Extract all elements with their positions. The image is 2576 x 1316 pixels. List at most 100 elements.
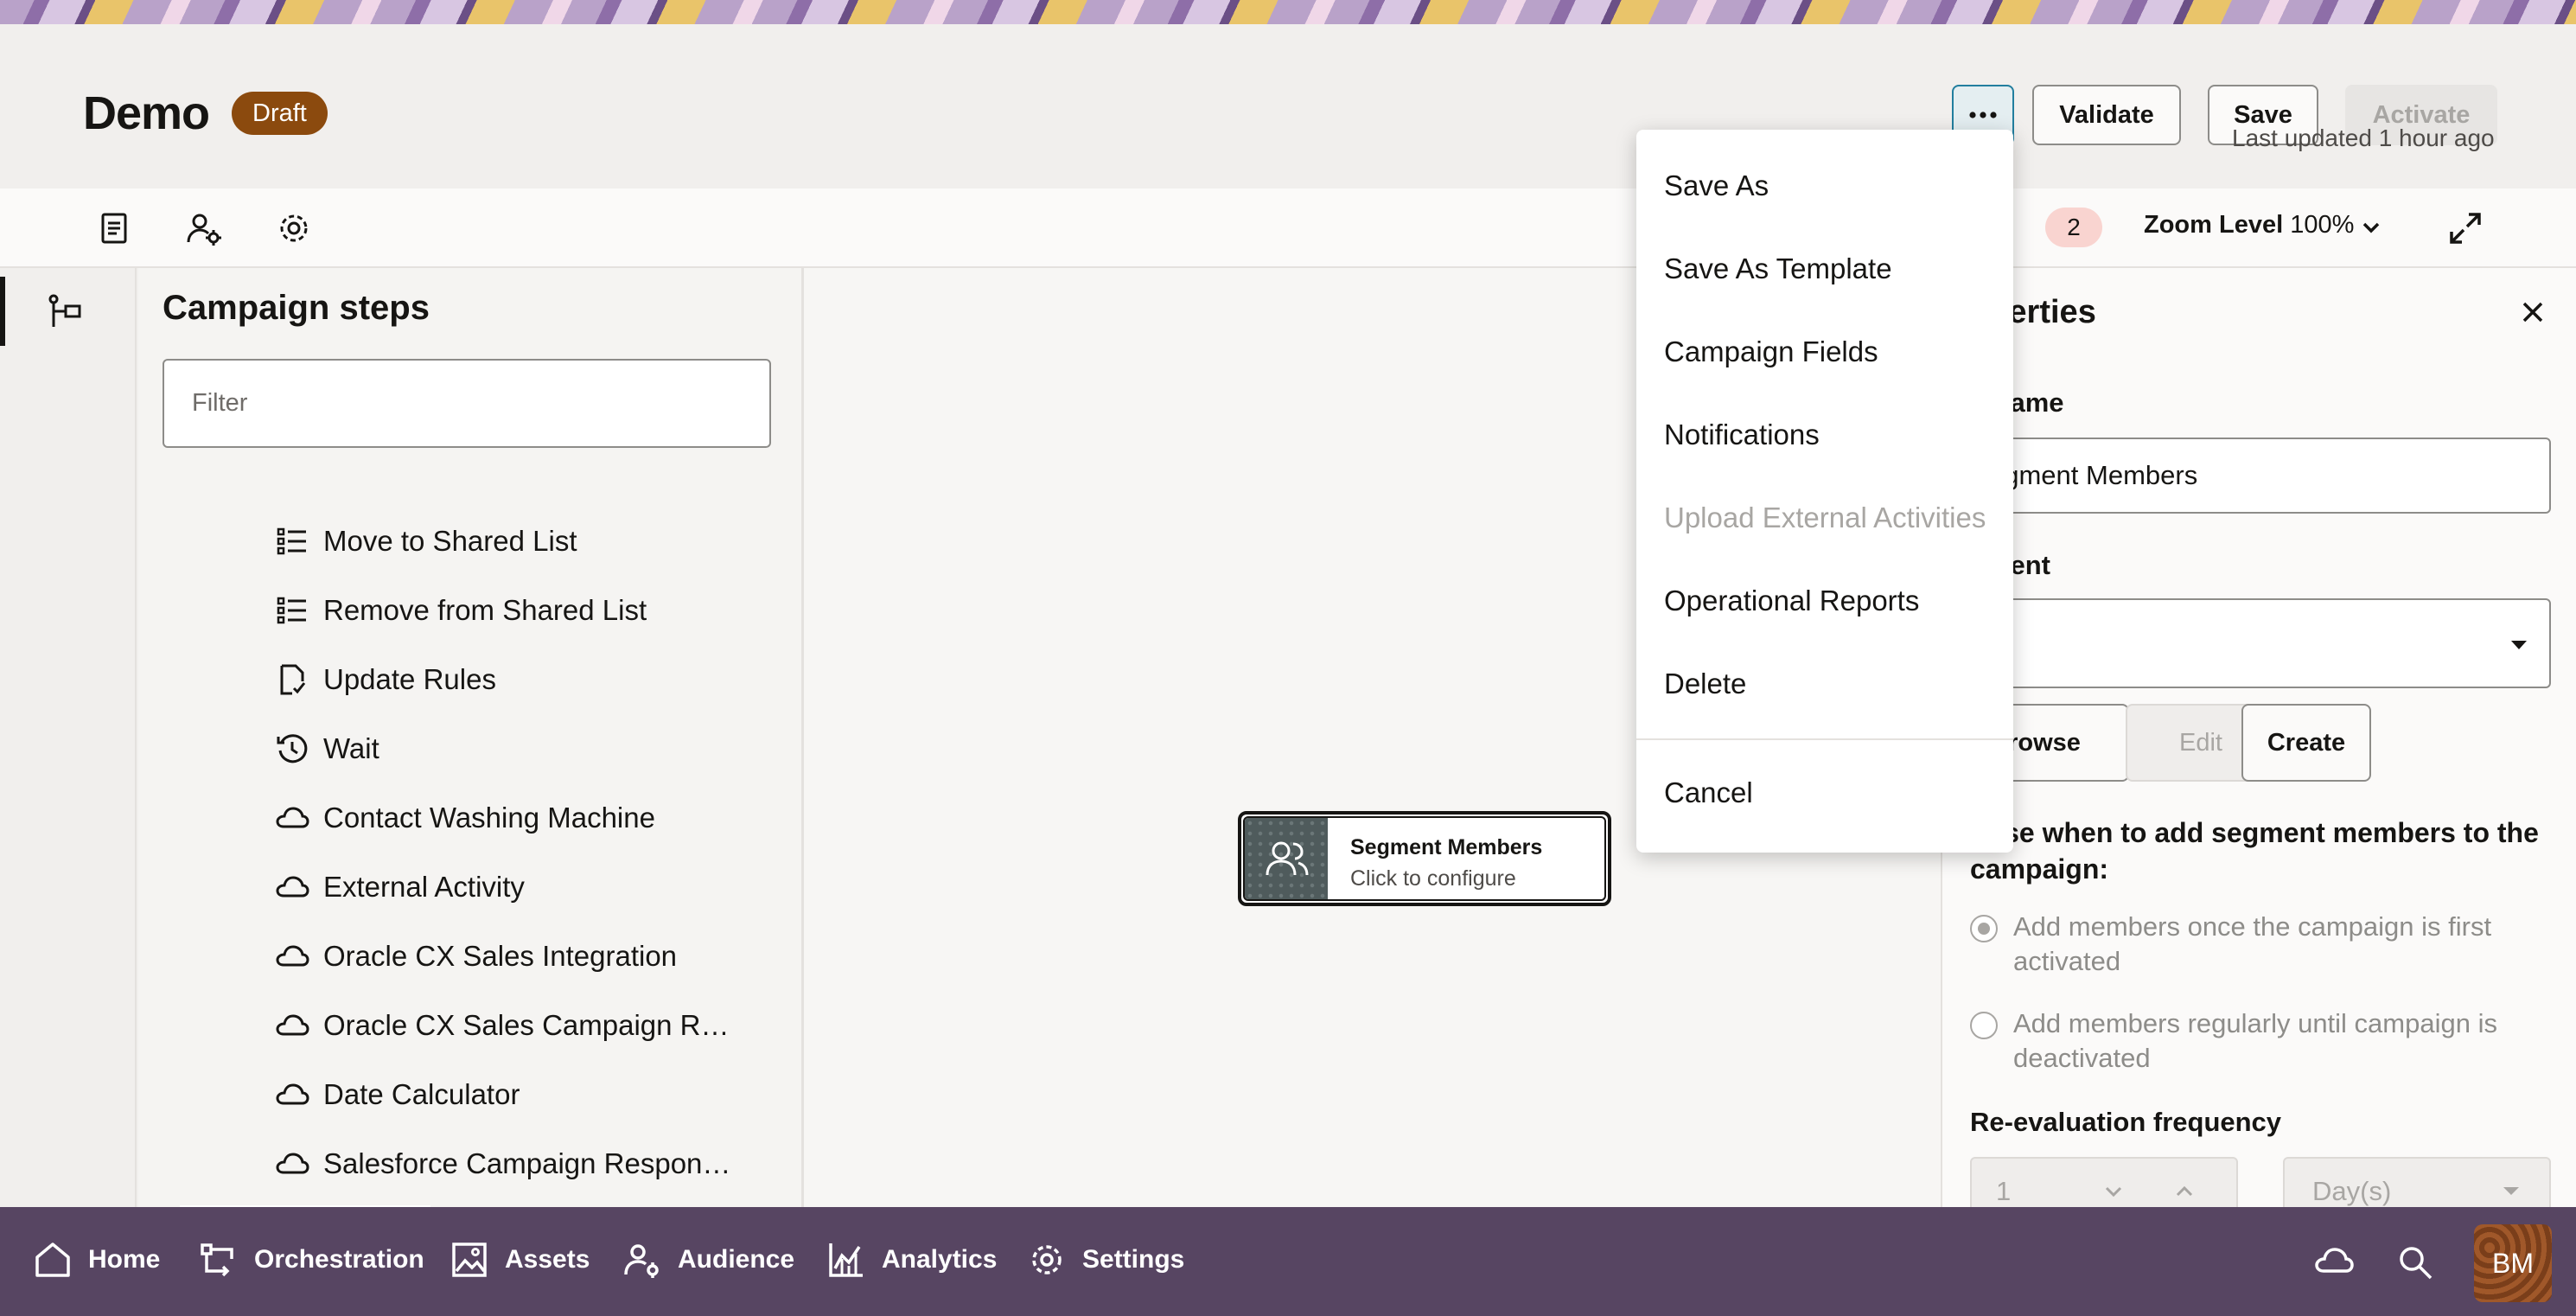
cloud-icon[interactable]: [2313, 1243, 2355, 1278]
avatar[interactable]: BM: [2474, 1224, 2552, 1302]
node-icon-tile: [1245, 818, 1328, 899]
expand-icon[interactable]: [2448, 211, 2483, 246]
frequency-stepper[interactable]: 1: [1970, 1157, 2238, 1207]
radio-label-regularly: Add members regularly until campaign is …: [2013, 1008, 2497, 1073]
chart-icon: [826, 1240, 866, 1280]
step-item-label: Salesforce Campaign Respon…: [323, 1147, 731, 1179]
gear-icon[interactable]: [275, 209, 313, 247]
nav-item-label: Settings: [1082, 1245, 1185, 1274]
radio-regularly[interactable]: [1970, 1012, 1998, 1039]
cloud-icon: [275, 1008, 309, 1043]
node-body: Segment Members Click to configure: [1243, 816, 1606, 901]
zoom-value: 100%: [2290, 211, 2355, 239]
orchestration-icon: [199, 1240, 239, 1280]
document-icon[interactable]: [95, 209, 133, 247]
bottom-navigation: Home Orchestration Assets Audience Analytics…: [0, 1207, 2576, 1316]
panel-title: Campaign steps: [163, 289, 430, 327]
node-subtitle: Click to configure: [1350, 866, 1516, 891]
create-button[interactable]: Create: [2241, 704, 2371, 782]
campaign-steps-panel: Campaign steps Move to Shared List Remove…: [138, 268, 804, 1249]
nav-item-settings[interactable]: Settings: [1027, 1240, 1184, 1280]
list-icon: [275, 593, 309, 628]
menu-item[interactable]: Campaign Fields: [1664, 335, 1878, 368]
menu-item-cancel[interactable]: Cancel: [1664, 776, 1753, 809]
step-item[interactable]: Oracle CX Sales Campaign R…: [275, 1000, 730, 1051]
nav-item-label: Analytics: [882, 1245, 998, 1274]
history-icon: [275, 731, 309, 766]
step-item[interactable]: Remove from Shared List: [275, 585, 647, 636]
unit-value: Day(s): [2312, 1176, 2392, 1206]
audience-icon: [1266, 841, 1309, 876]
nav-item-label: Home: [88, 1245, 161, 1274]
home-icon: [33, 1240, 73, 1280]
status-badge: Draft: [232, 92, 328, 135]
radio-first-activated[interactable]: [1970, 915, 1998, 942]
nav-item-audience[interactable]: Audience: [622, 1240, 794, 1280]
step-item-label: Contact Washing Machine: [323, 802, 655, 834]
node-title: Segment Members: [1350, 835, 1543, 859]
step-name-input[interactable]: egment Members: [1963, 438, 2551, 514]
more-actions-menu: Save As Save As Template Campaign Fields No…: [1636, 130, 2013, 853]
step-item[interactable]: Contact Washing Machine: [275, 792, 655, 844]
step-item-label: Oracle CX Sales Integration: [323, 940, 678, 972]
nav-item-label: Assets: [505, 1245, 590, 1274]
segment-select[interactable]: [1963, 598, 2551, 688]
nav-item-analytics[interactable]: Analytics: [826, 1240, 997, 1280]
rail-selection-indicator: [0, 277, 5, 346]
properties-panel: operties p name egment Members gment row…: [1941, 268, 2576, 1207]
menu-item[interactable]: Notifications: [1664, 418, 1820, 451]
audience-settings-icon[interactable]: [185, 209, 223, 247]
canvas-toolbar: 2 Zoom Level 100%: [0, 188, 2576, 268]
zoom-level-select[interactable]: Zoom Level 100%: [2144, 211, 2354, 240]
step-item[interactable]: Update Rules: [275, 654, 496, 706]
image-icon: [450, 1240, 489, 1280]
zoom-label: Zoom Level: [2144, 211, 2284, 239]
step-item-label: Update Rules: [323, 663, 496, 695]
menu-divider: [1636, 738, 2013, 740]
caret-down-icon: [2508, 636, 2530, 654]
menu-item[interactable]: Operational Reports: [1664, 585, 1919, 617]
cloud-icon: [275, 1077, 309, 1112]
search-icon[interactable]: [2396, 1243, 2434, 1281]
caret-down-icon: [2503, 1187, 2519, 1195]
step-item[interactable]: Date Calculator: [275, 1069, 520, 1121]
left-rail: [0, 268, 137, 1207]
audience-icon: [622, 1240, 662, 1280]
page-title: Demo: [83, 87, 210, 139]
step-item[interactable]: External Activity: [275, 861, 525, 913]
radio-label-first-activated: Add members once the campaign is first a…: [2013, 911, 2492, 976]
cloud-icon: [275, 870, 309, 904]
menu-item[interactable]: Delete: [1664, 668, 1746, 700]
step-item[interactable]: Salesforce Campaign Respon…: [275, 1138, 730, 1190]
add-members-question: oose when to add segment members to the …: [1970, 817, 2539, 885]
segment-members-node[interactable]: Segment Members Click to configure: [1238, 811, 1611, 906]
nav-item-orchestration[interactable]: Orchestration: [199, 1240, 424, 1280]
chevron-up-icon[interactable]: [2172, 1179, 2197, 1204]
menu-item[interactable]: Upload External Activities: [1664, 501, 1986, 534]
step-item-label: External Activity: [323, 871, 525, 903]
reevaluation-label: Re-evaluation frequency: [1970, 1107, 2282, 1137]
cloud-icon: [275, 801, 309, 835]
step-item-label: Wait: [323, 732, 379, 764]
nav-item-assets[interactable]: Assets: [450, 1240, 590, 1280]
step-item[interactable]: Move to Shared List: [275, 515, 577, 567]
filter-input[interactable]: [163, 359, 771, 448]
close-icon[interactable]: [2518, 297, 2547, 327]
nav-item-label: Audience: [678, 1245, 795, 1274]
document-check-icon: [275, 662, 309, 697]
frequency-unit-select[interactable]: Day(s): [2283, 1157, 2551, 1207]
step-item[interactable]: Wait: [275, 723, 379, 775]
chevron-down-icon[interactable]: [2358, 214, 2384, 240]
chevron-down-icon[interactable]: [2101, 1179, 2126, 1204]
menu-item[interactable]: Save As: [1664, 169, 1769, 202]
campaign-flow-icon[interactable]: [47, 292, 85, 330]
page-header: Demo Draft Validate Save Activate Last u…: [0, 24, 2576, 188]
step-item[interactable]: Oracle CX Sales Integration: [275, 930, 677, 982]
step-item-label: Move to Shared List: [323, 525, 577, 557]
validate-button[interactable]: Validate: [2032, 85, 2181, 145]
step-item-label: Date Calculator: [323, 1078, 520, 1110]
nav-item-home[interactable]: Home: [33, 1240, 160, 1280]
menu-item[interactable]: Save As Template: [1664, 252, 1892, 285]
cloud-icon: [275, 1147, 309, 1181]
error-count-badge[interactable]: 2: [2045, 208, 2102, 247]
